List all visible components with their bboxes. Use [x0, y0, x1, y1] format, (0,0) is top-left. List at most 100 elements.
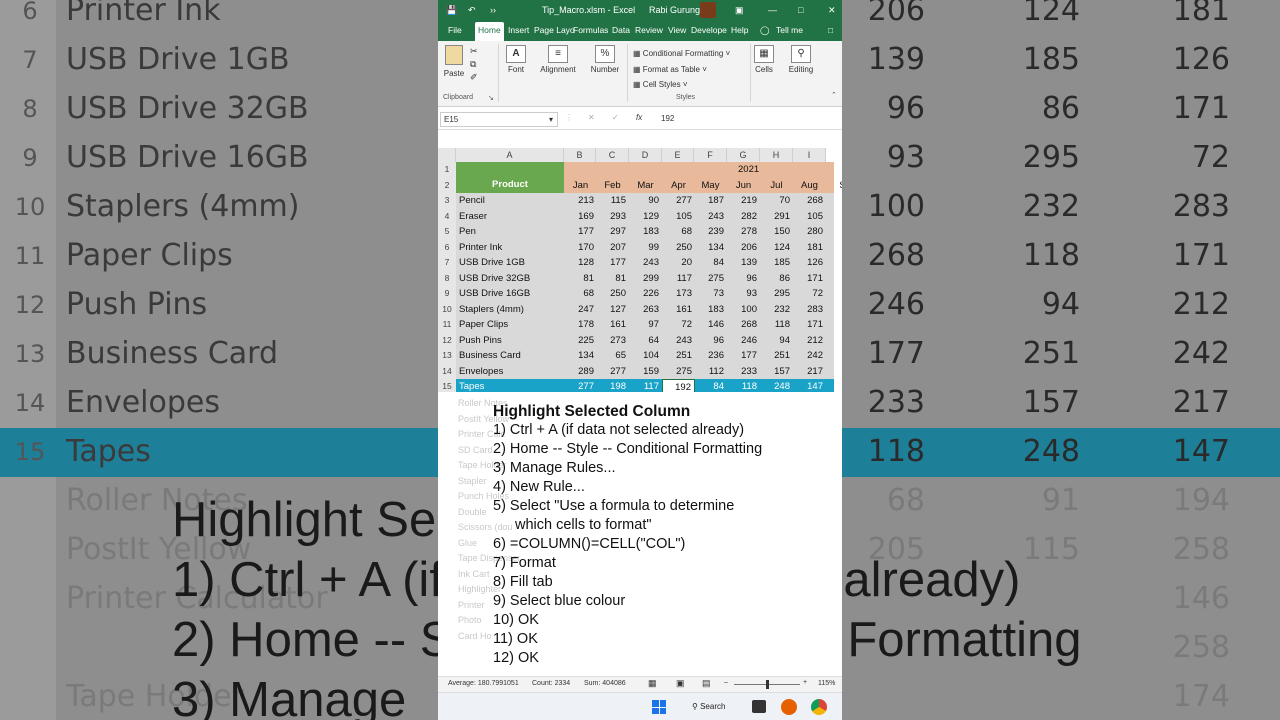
value-cell[interactable]: 100: [727, 302, 760, 318]
avatar[interactable]: [700, 2, 716, 18]
column-header[interactable]: C: [596, 148, 629, 162]
value-cell[interactable]: 268: [727, 317, 760, 333]
value-cell[interactable]: 225: [564, 333, 597, 349]
value-cell[interactable]: 170: [564, 240, 597, 256]
value-cell[interactable]: 118: [760, 317, 793, 333]
value-cell[interactable]: 169: [564, 209, 597, 225]
value-cell[interactable]: 73: [694, 286, 727, 302]
product-cell[interactable]: Paper Clips: [459, 317, 563, 333]
tab-page-layout[interactable]: Page Layo: [532, 25, 577, 35]
tab-formulas[interactable]: Formulas: [571, 25, 610, 35]
enter-icon[interactable]: ✓: [612, 113, 619, 122]
value-cell[interactable]: 236: [694, 348, 727, 364]
row-header[interactable]: 10: [438, 301, 456, 317]
column-header[interactable]: A: [456, 148, 564, 162]
value-cell[interactable]: 251: [760, 348, 793, 364]
close-icon[interactable]: ✕: [828, 5, 836, 16]
row-header[interactable]: 3: [438, 193, 456, 209]
cell-styles-button[interactable]: ▦ Cell Styles ˅: [633, 77, 730, 93]
row-header[interactable]: 12: [438, 332, 456, 348]
value-cell[interactable]: 233: [727, 364, 760, 380]
value-cell[interactable]: 289: [564, 364, 597, 380]
product-cell[interactable]: Printer Ink: [459, 240, 563, 256]
font-button[interactable]: A Font: [504, 45, 528, 74]
taskbar-search[interactable]: ⚲ Search: [682, 699, 744, 715]
value-cell[interactable]: 150: [760, 224, 793, 240]
value-cell[interactable]: 278: [727, 224, 760, 240]
value-cell[interactable]: 127: [596, 302, 629, 318]
value-cell[interactable]: 277: [662, 193, 695, 209]
formula-input[interactable]: 192: [655, 112, 841, 127]
column-header[interactable]: H: [760, 148, 793, 162]
value-cell[interactable]: 268: [793, 193, 826, 209]
cut-icon[interactable]: ✂: [470, 45, 478, 58]
value-cell[interactable]: 297: [596, 224, 629, 240]
insert-function-icon[interactable]: fx: [636, 113, 642, 122]
value-cell[interactable]: 81: [564, 271, 597, 287]
value-cell[interactable]: 183: [629, 224, 662, 240]
value-cell[interactable]: 178: [564, 317, 597, 333]
value-cell[interactable]: 177: [564, 224, 597, 240]
value-cell[interactable]: 282: [727, 209, 760, 225]
tab-help[interactable]: Help: [729, 25, 750, 35]
column-header[interactable]: G: [727, 148, 760, 162]
value-cell[interactable]: 129: [629, 209, 662, 225]
product-cell[interactable]: Staplers (4mm): [459, 302, 563, 318]
value-cell[interactable]: 134: [564, 348, 597, 364]
value-cell[interactable]: 219: [727, 193, 760, 209]
cancel-icon[interactable]: ✕: [588, 113, 595, 122]
value-cell[interactable]: 161: [662, 302, 695, 318]
row-header[interactable]: 5: [438, 224, 456, 240]
windows-start-icon[interactable]: [652, 700, 666, 714]
value-cell[interactable]: 207: [596, 240, 629, 256]
value-cell[interactable]: 128: [564, 255, 597, 271]
column-header[interactable]: E: [662, 148, 694, 162]
value-cell[interactable]: 185: [760, 255, 793, 271]
value-cell[interactable]: 68: [662, 224, 695, 240]
alignment-button[interactable]: ≡ Alignment: [538, 45, 578, 74]
row-header[interactable]: 13: [438, 348, 456, 364]
value-cell[interactable]: 206: [727, 240, 760, 256]
value-cell[interactable]: 212: [793, 333, 826, 349]
value-cell[interactable]: 20: [662, 255, 695, 271]
product-cell[interactable]: Business Card: [459, 348, 563, 364]
name-box[interactable]: E15 ▾: [440, 112, 558, 127]
page-break-view-icon[interactable]: ▤: [702, 678, 711, 689]
value-cell[interactable]: 84: [694, 255, 727, 271]
value-cell[interactable]: 96: [727, 271, 760, 287]
value-cell[interactable]: 115: [596, 193, 629, 209]
value-cell[interactable]: 273: [596, 333, 629, 349]
minimize-icon[interactable]: —: [768, 5, 777, 15]
undo-icon[interactable]: ↶: [468, 5, 476, 16]
value-cell[interactable]: 277: [596, 364, 629, 380]
collapse-ribbon-icon[interactable]: ⌃: [831, 91, 837, 99]
value-cell[interactable]: 283: [793, 302, 826, 318]
tab-file[interactable]: File: [446, 25, 464, 35]
value-cell[interactable]: 246: [727, 333, 760, 349]
maximize-icon[interactable]: □: [798, 5, 803, 15]
cells-button[interactable]: ▦ Cells: [754, 45, 774, 74]
value-cell[interactable]: 250: [662, 240, 695, 256]
value-cell[interactable]: 275: [662, 364, 695, 380]
value-cell[interactable]: 232: [760, 302, 793, 318]
product-cell[interactable]: Eraser: [459, 209, 563, 225]
row-header[interactable]: 8: [438, 270, 456, 286]
value-cell[interactable]: 263: [629, 302, 662, 318]
value-cell[interactable]: 295: [760, 286, 793, 302]
column-header[interactable]: I: [793, 148, 826, 162]
value-cell[interactable]: 243: [662, 333, 695, 349]
value-cell[interactable]: 299: [629, 271, 662, 287]
value-cell[interactable]: 126: [793, 255, 826, 271]
normal-view-icon[interactable]: ▦: [648, 678, 657, 689]
ribbon-display-icon[interactable]: ▣: [735, 5, 744, 16]
value-cell[interactable]: 181: [793, 240, 826, 256]
value-cell[interactable]: 146: [694, 317, 727, 333]
row-header[interactable]: 1: [438, 162, 456, 178]
value-cell[interactable]: 177: [727, 348, 760, 364]
value-cell[interactable]: 183: [694, 302, 727, 318]
value-cell[interactable]: 250: [596, 286, 629, 302]
value-cell[interactable]: 90: [629, 193, 662, 209]
value-cell[interactable]: 65: [596, 348, 629, 364]
product-cell[interactable]: USB Drive 16GB: [459, 286, 563, 302]
copy-icon[interactable]: ⧉: [470, 58, 478, 71]
